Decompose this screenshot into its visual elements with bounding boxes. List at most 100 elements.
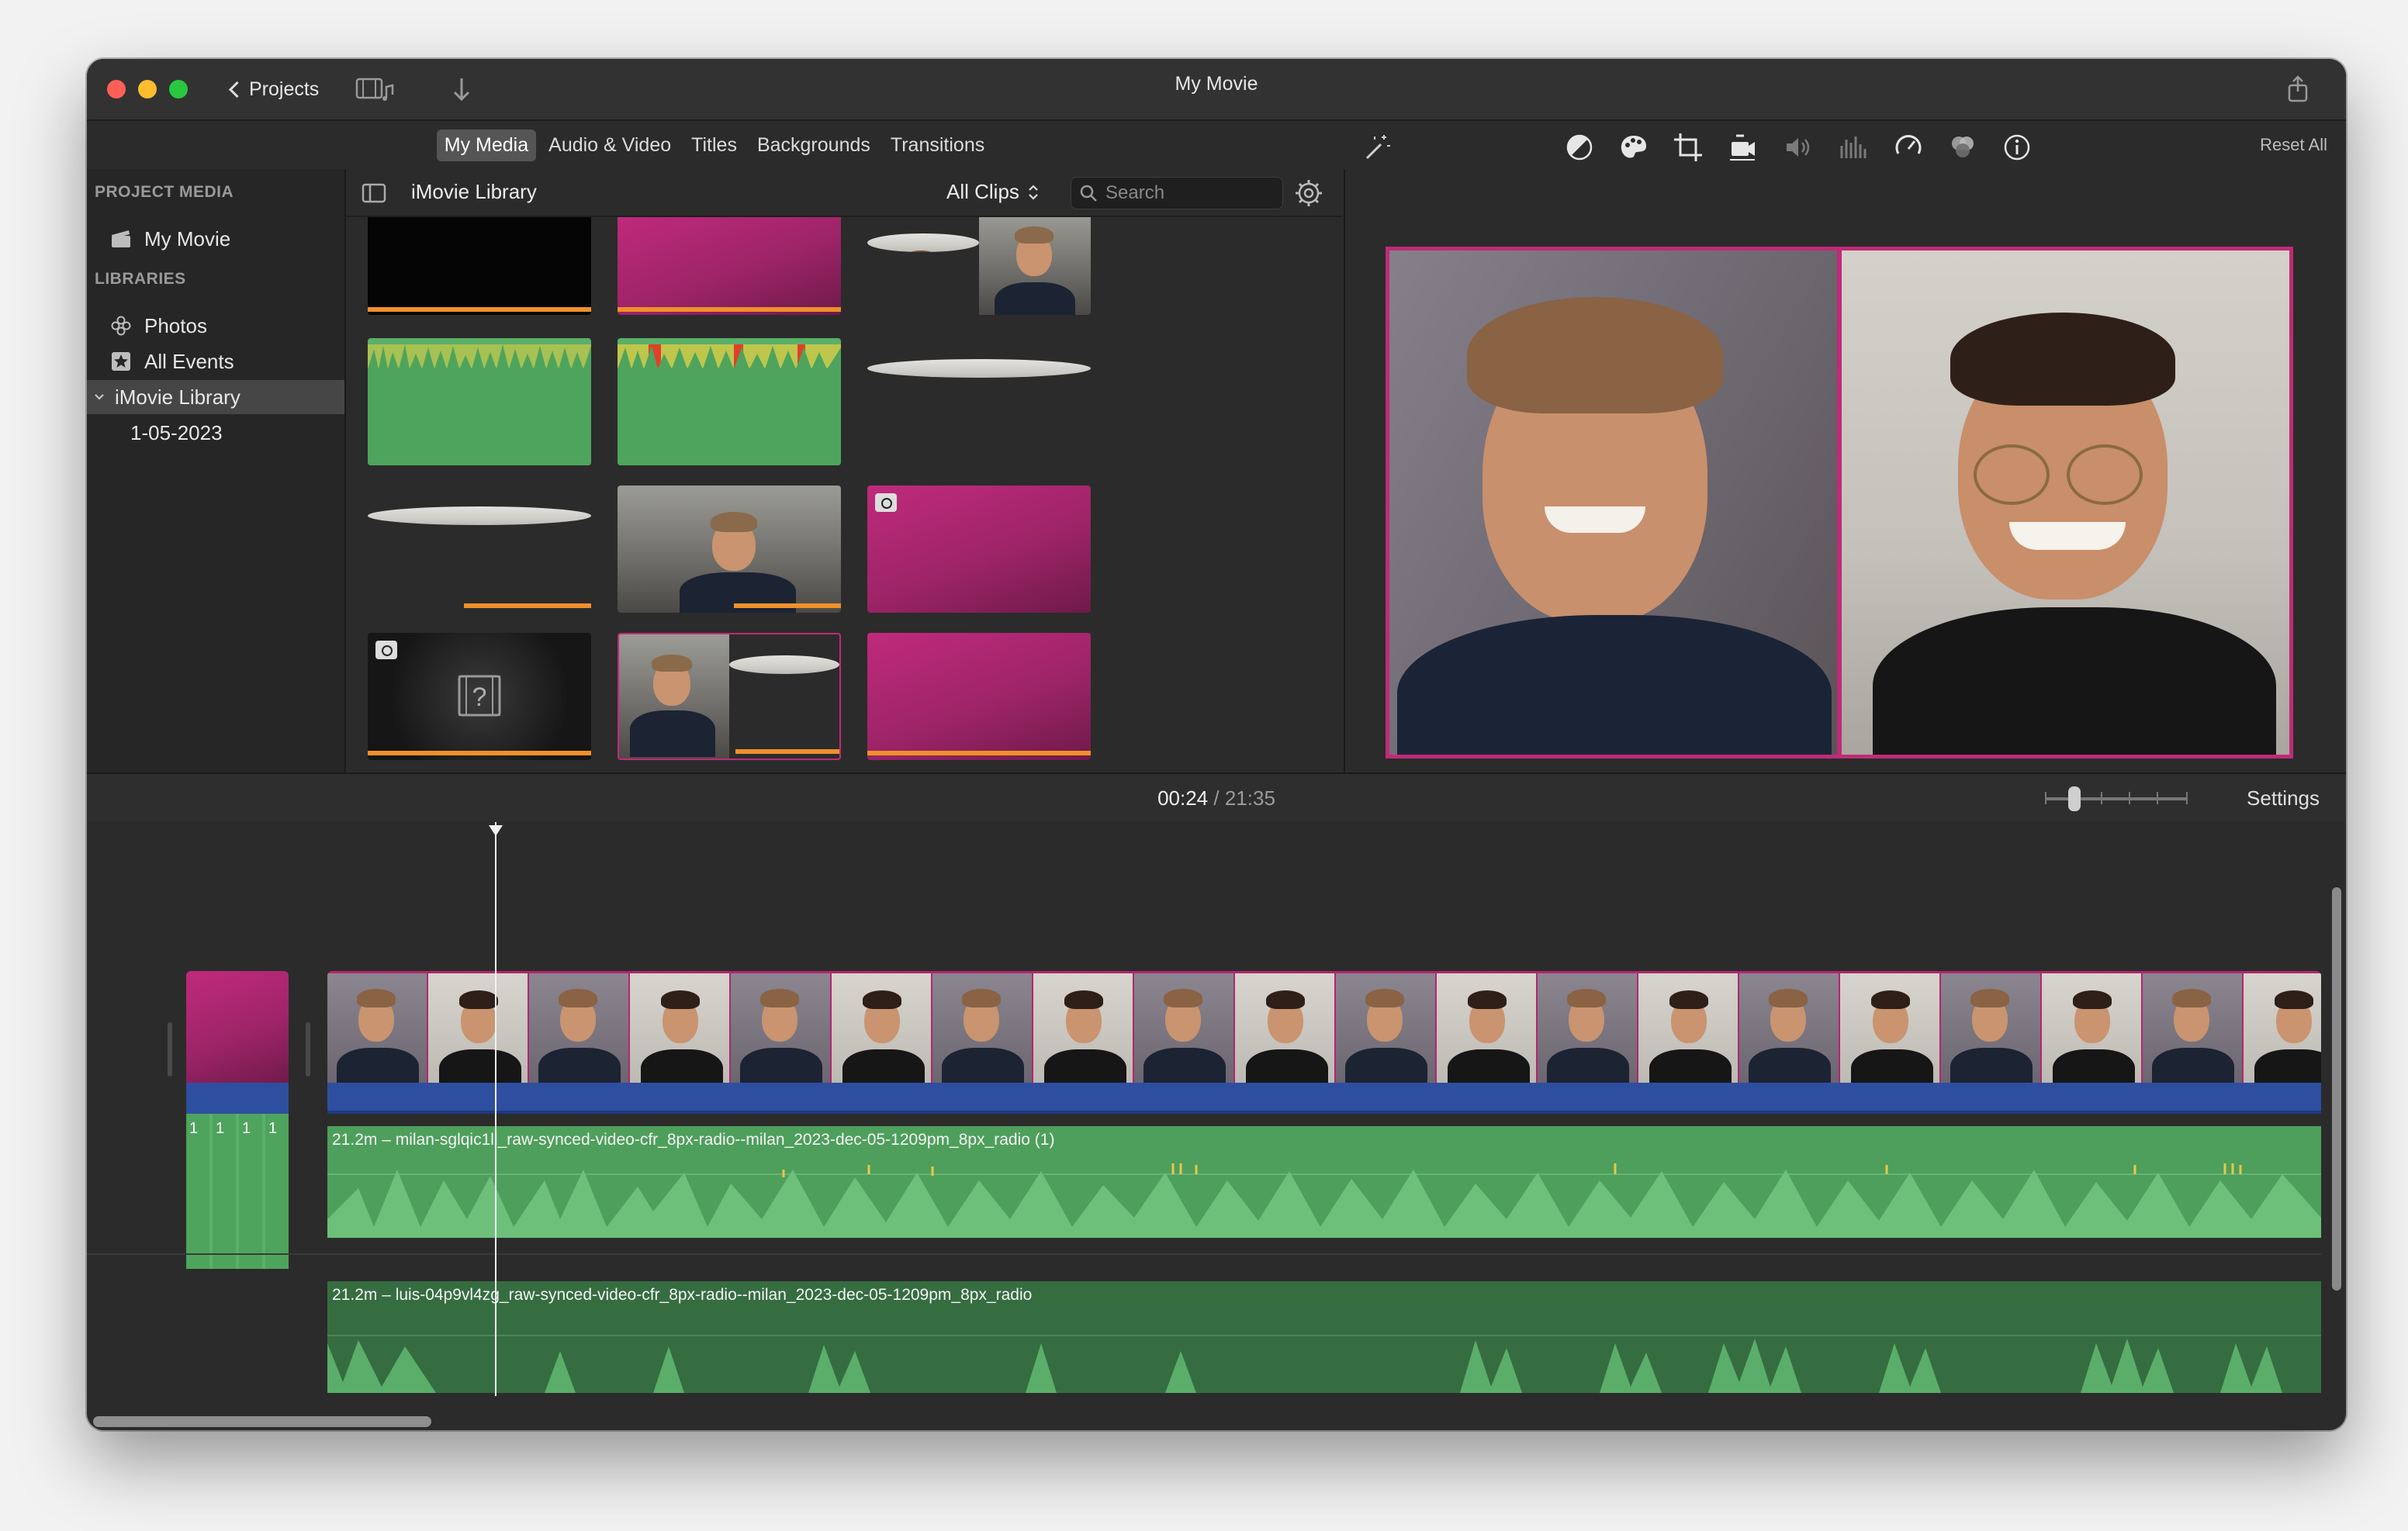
speed-gauge-icon[interactable]: [1893, 132, 1924, 163]
volume-icon[interactable]: [1783, 132, 1814, 163]
timeline-vertical-scrollbar[interactable]: [2332, 887, 2341, 1291]
sidebar-item-all-events[interactable]: All Events: [87, 344, 344, 378]
missing-media-icon: ?: [458, 675, 501, 717]
sidebar-item-event-date[interactable]: 1-05-2023: [87, 416, 344, 450]
small-clip-label: 1: [242, 1120, 251, 1137]
waveform-icon: [368, 344, 591, 465]
up-down-chevron-icon: [1029, 184, 1038, 200]
search-input[interactable]: [1104, 181, 1262, 205]
small-audio-clips[interactable]: 1 1 1 1: [186, 1114, 289, 1269]
timeline-zoom-slider[interactable]: [2045, 786, 2188, 811]
photo-clip-thumbnail[interactable]: [867, 486, 1091, 613]
audio-track-milan[interactable]: 21.2m – milan-sglqic1ll_raw-synced-video…: [327, 1126, 2321, 1238]
sidebar-item-label: iMovie Library: [115, 385, 240, 409]
audio-clip-thumbnail[interactable]: [618, 338, 841, 465]
clip-frame: [932, 971, 1033, 1083]
clip-frame: [529, 971, 630, 1083]
timeline-horizontal-scrollbar[interactable]: [93, 1416, 431, 1427]
playhead-marker[interactable]: [489, 825, 503, 836]
sidebar-item-label: My Movie: [144, 226, 231, 251]
clip-thumbnail[interactable]: [368, 486, 591, 613]
video-preview[interactable]: [1386, 247, 2293, 759]
sidebar-toggle-icon[interactable]: [362, 183, 386, 203]
tab-backgrounds[interactable]: Backgrounds: [749, 130, 878, 161]
search-field[interactable]: [1071, 177, 1283, 209]
clip-thumbnail[interactable]: [618, 217, 841, 315]
viewer-toolbar: Reset All: [1344, 121, 2346, 169]
clip-thumbnail[interactable]: [618, 633, 841, 760]
svg-text:?: ?: [472, 683, 487, 712]
timeline: 1 1 1 1 21.2m – milan-sglqic1ll_raw-sync…: [87, 822, 2346, 1430]
libraries-heading: LIBRARIES: [95, 270, 186, 288]
waveform-icon: [618, 344, 841, 465]
clip-frame: [1336, 971, 1437, 1083]
sidebar-item-label: 1-05-2023: [130, 420, 223, 444]
audio-track-label: 21.2m – milan-sglqic1ll_raw-synced-video…: [332, 1131, 1055, 1149]
info-icon[interactable]: [2001, 132, 2033, 163]
sidebar-item-photos[interactable]: Photos: [87, 309, 344, 343]
window-title: My Movie: [1175, 73, 1258, 95]
magic-wand-icon[interactable]: [1361, 132, 1392, 163]
title-bar: Projects My Movie: [87, 59, 2346, 121]
timecode-display: 00:24 / 21:35: [87, 786, 2346, 810]
small-clip-label: 1: [268, 1120, 278, 1137]
media-grid: ?: [346, 217, 1342, 772]
stabilization-camera-icon[interactable]: [1727, 132, 1758, 163]
color-balance-icon[interactable]: [1564, 132, 1595, 163]
clip-thumbnail[interactable]: [368, 217, 591, 315]
clip-frame: [2244, 971, 2321, 1083]
clip-frame: [1033, 971, 1134, 1083]
all-clips-select[interactable]: All Clips: [946, 180, 1040, 204]
audio-clip-thumbnail[interactable]: [368, 338, 591, 465]
reset-all-button[interactable]: Reset All: [2260, 135, 2327, 155]
timeline-settings-button[interactable]: Settings: [2247, 786, 2320, 810]
time-separator: /: [1213, 786, 1220, 810]
camera-icon: [875, 493, 897, 512]
tab-titles[interactable]: Titles: [683, 130, 745, 161]
imovie-window: Projects My Movie My Media Audio & Video…: [87, 59, 2346, 1430]
current-time: 00:24: [1157, 786, 1209, 810]
viewer: [1344, 169, 2346, 772]
trim-handle[interactable]: [168, 1022, 172, 1077]
clip-frame: [630, 971, 731, 1083]
clip-frame: [327, 971, 428, 1083]
tab-audio-video[interactable]: Audio & Video: [541, 130, 679, 161]
background-clip[interactable]: [186, 971, 289, 1086]
clip-frame: [2143, 971, 2244, 1083]
crop-icon[interactable]: [1673, 132, 1704, 163]
clip-frame: [1538, 971, 1638, 1083]
preview-left-pane: [1389, 251, 1837, 755]
clip-thumbnail[interactable]: [867, 633, 1091, 760]
zoom-slider-knob[interactable]: [2068, 786, 2081, 811]
audio-track-luis[interactable]: 21.2m – luis-04p9vl4zg_raw-synced-video-…: [327, 1281, 2321, 1393]
tab-transitions[interactable]: Transitions: [883, 130, 992, 161]
gear-icon[interactable]: [1294, 178, 1323, 208]
share-icon[interactable]: [2285, 74, 2310, 104]
photos-icon: [110, 315, 132, 337]
media-tabs: My Media Audio & Video Titles Background…: [87, 121, 1342, 169]
missing-clip-thumbnail[interactable]: ?: [368, 633, 591, 760]
clip-filter-icon[interactable]: [1947, 132, 1978, 163]
color-correction-palette-icon[interactable]: [1618, 132, 1649, 163]
small-clip-label: 1: [216, 1120, 225, 1137]
equalizer-icon[interactable]: [1837, 132, 1868, 163]
clip-thumbnail[interactable]: [867, 217, 1091, 315]
sidebar-item-my-movie[interactable]: My Movie: [87, 222, 344, 256]
disclosure-icon[interactable]: [88, 386, 110, 408]
all-clips-label: All Clips: [946, 180, 1019, 203]
tab-my-media[interactable]: My Media: [436, 129, 537, 161]
playhead[interactable]: [495, 822, 496, 1396]
sidebar-item-imovie-library[interactable]: iMovie Library: [87, 380, 344, 414]
audio-track-label: 21.2m – luis-04p9vl4zg_raw-synced-video-…: [332, 1286, 1033, 1304]
clip-frame: [1638, 971, 1739, 1083]
clip-frame: [1941, 971, 2042, 1083]
search-icon: [1080, 185, 1097, 202]
clip-thumbnail[interactable]: [867, 338, 1091, 465]
sidebar-item-label: Photos: [144, 313, 207, 337]
total-time: 21:35: [1224, 786, 1275, 810]
clip-frame: [832, 971, 932, 1083]
sidebar-item-label: All Events: [144, 349, 234, 373]
clip-frame: [428, 971, 529, 1083]
clip-thumbnail[interactable]: [618, 486, 841, 613]
trim-handle[interactable]: [306, 1022, 310, 1077]
